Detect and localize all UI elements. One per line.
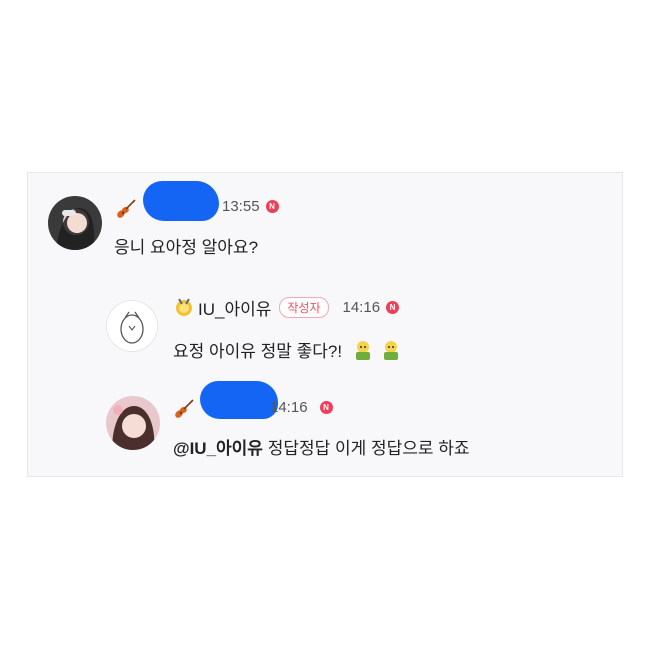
comment-body: 요정 아이유 정말 좋다?! <box>173 342 343 361</box>
new-badge-icon: N <box>319 400 333 414</box>
new-badge-icon: N <box>386 300 400 314</box>
comment-text: 요정 아이유 정말 좋다?! <box>173 337 403 366</box>
medal-icon <box>173 296 195 323</box>
comment-time: 14:16 <box>270 398 308 416</box>
comment-nickname[interactable]: IU_아이유 <box>198 295 271 320</box>
avatar[interactable] <box>48 196 102 250</box>
mention-link[interactable]: @IU_아이유 <box>173 439 263 458</box>
emoji-icon <box>379 339 403 366</box>
comment-meta: 14:16 N <box>262 395 333 419</box>
comment-text: 응니 요아정 알아요? <box>114 238 259 257</box>
comment-body: 정답정답 이게 정답으로 하죠 <box>267 439 470 458</box>
violin-icon <box>172 397 196 426</box>
avatar[interactable] <box>106 300 158 352</box>
author-badge: 작성자 <box>279 296 329 318</box>
comment-time: 13:55 <box>222 197 260 215</box>
emoji-icon <box>351 339 375 366</box>
avatar[interactable] <box>106 396 160 450</box>
violin-icon <box>114 197 138 226</box>
comment-meta: IU_아이유 작성자 14:16 N <box>198 295 400 320</box>
new-badge-icon: N <box>265 199 279 213</box>
comment-time: 14:16 <box>342 298 381 316</box>
comment-meta: 13:55 N <box>218 194 279 218</box>
redacted-nickname <box>143 181 219 221</box>
comment-text: @IU_아이유 정답정답 이게 정답으로 하죠 <box>173 434 470 459</box>
